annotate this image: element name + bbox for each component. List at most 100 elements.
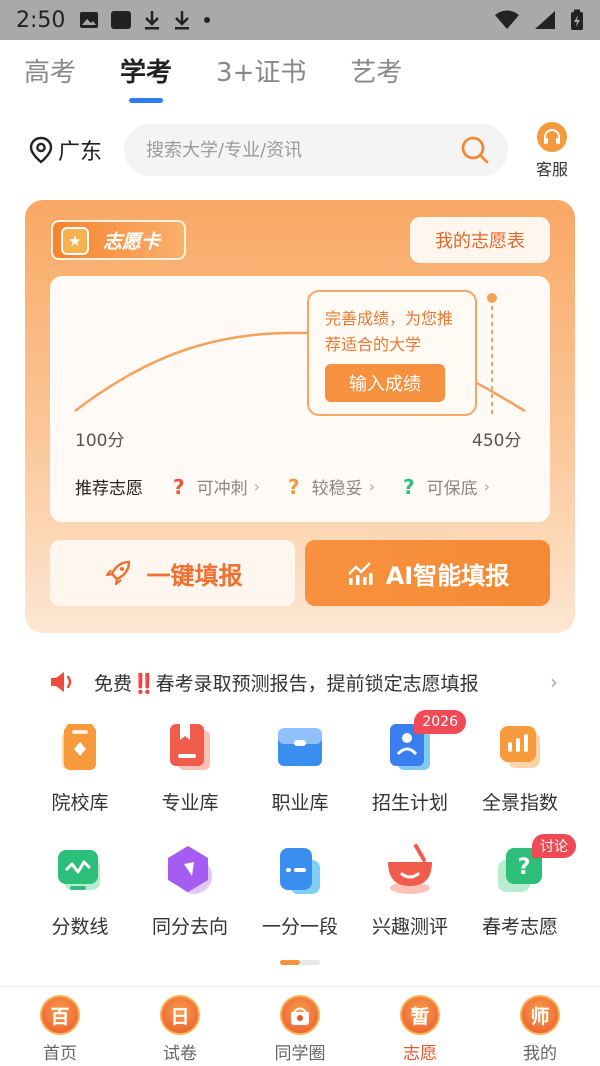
location-selector[interactable]: 广东 — [28, 134, 102, 166]
trend-icon — [50, 840, 110, 900]
recommendation-row: 推荐志愿 ? 可冲刺 › ? 较稳妥 › ? 可保底 › — [75, 474, 535, 500]
signal-icon — [535, 11, 555, 29]
year-tag: 2026 — [414, 710, 466, 734]
briefcase-icon — [270, 716, 330, 776]
papers-icon: 日 — [160, 995, 200, 1035]
location-pin-icon — [29, 136, 53, 164]
dot-icon — [204, 17, 211, 23]
app-notification-icon — [111, 11, 132, 29]
nav-label: 首页 — [43, 1044, 77, 1064]
notice-text: 免费‼️春考录取预测报告，提前锁定志愿填报 — [94, 672, 479, 695]
one-key-fill-label: 一键填报 — [146, 561, 243, 590]
grid-label: 春考志愿 — [481, 916, 558, 938]
cup-icon — [380, 840, 440, 900]
nav-papers[interactable]: 日 试卷 — [140, 995, 220, 1064]
grid-item-score-line[interactable]: 分数线 — [25, 840, 135, 939]
nav-classmates[interactable]: 同学圈 — [260, 995, 340, 1064]
star-icon: ★ — [61, 227, 89, 255]
tab-gaokao[interactable]: 高考 — [24, 52, 76, 103]
score-max-label: 450分 — [472, 431, 522, 451]
volunteer-card: ★ 志愿卡 我的志愿表 完善成绩，为您推荐适合的大学 输入成绩 100分 450… — [25, 200, 575, 633]
search-bar[interactable] — [124, 124, 508, 176]
customer-service-button[interactable]: 客服 — [530, 122, 574, 180]
svg-text:?: ? — [518, 855, 531, 880]
recommend-safe-label: 可保底 — [426, 479, 478, 499]
volunteer-icon: 暂 — [400, 995, 440, 1035]
grid-label: 一分一段 — [261, 916, 338, 938]
nav-volunteer[interactable]: 暂 志愿 — [380, 995, 460, 1064]
nav-label: 志愿 — [403, 1044, 437, 1064]
grid-item-careers[interactable]: 职业库 — [245, 716, 355, 815]
pager-dot-active — [280, 960, 300, 965]
status-time: 2:50 — [16, 7, 66, 33]
score-min-label: 100分 — [75, 431, 125, 451]
chart-trend-icon — [347, 562, 373, 585]
ai-fill-label: AI智能填报 — [385, 561, 510, 590]
grid-item-schools[interactable]: 院校库 — [25, 716, 135, 815]
grid-label: 专业库 — [161, 792, 219, 814]
top-tabs: 高考 学考 3+证书 艺考 — [24, 52, 402, 103]
grid-pager — [280, 960, 320, 965]
hexagon-icon — [160, 840, 220, 900]
classmates-icon — [280, 995, 320, 1035]
score-tooltip: 完善成绩，为您推荐适合的大学 输入成绩 — [307, 290, 477, 416]
tab-xuekao[interactable]: 学考 — [120, 52, 172, 103]
nav-mine[interactable]: 师 我的 — [500, 995, 580, 1064]
battery-icon — [571, 9, 583, 30]
grid-item-panorama-index[interactable]: 全景指数 — [465, 716, 575, 815]
question-icon: ? — [173, 474, 185, 499]
grid-label: 招生计划 — [371, 792, 448, 814]
recommend-steady-label: 较稳妥 — [311, 479, 363, 499]
question-icon: ? 讨论 — [490, 834, 576, 900]
chevron-right-icon: › — [368, 477, 376, 496]
volunteer-card-badge-label: 志愿卡 — [103, 230, 161, 253]
notice-banner[interactable]: 免费‼️春考录取预测报告，提前锁定志愿填报 › — [48, 662, 558, 702]
grid-label: 同分去向 — [151, 916, 228, 938]
nav-home[interactable]: 百 首页 — [20, 995, 100, 1064]
question-icon: ? — [288, 474, 300, 499]
customer-service-label: 客服 — [535, 160, 568, 179]
grid-item-majors[interactable]: 专业库 — [135, 716, 245, 815]
status-notification-icons — [79, 10, 211, 30]
download-icon — [145, 11, 160, 30]
speaker-icon — [51, 672, 72, 692]
recommend-steady[interactable]: ? 较稳妥 › — [288, 474, 376, 500]
grid-item-same-score[interactable]: 同分去向 — [135, 840, 245, 939]
grid-label: 分数线 — [51, 916, 109, 938]
recommend-safe[interactable]: ? 可保底 › — [403, 474, 491, 500]
chevron-right-icon: › — [483, 477, 491, 496]
rocket-icon — [105, 560, 130, 586]
search-input[interactable] — [146, 139, 460, 161]
home-icon: 百 — [40, 995, 80, 1035]
recommendation-title: 推荐志愿 — [75, 479, 143, 499]
profile-icon: 师 — [520, 995, 560, 1035]
nav-label: 试卷 — [163, 1044, 197, 1064]
grid-label: 全景指数 — [481, 792, 558, 814]
grid-item-enroll-plan[interactable]: 2026 招生计划 — [355, 710, 466, 815]
image-icon — [80, 12, 99, 28]
question-icon: ? — [403, 474, 415, 499]
pager-dot — [300, 960, 320, 965]
school-icon — [50, 716, 110, 776]
tab-yikao[interactable]: 艺考 — [350, 52, 402, 103]
enter-score-button[interactable]: 输入成绩 — [325, 364, 445, 402]
tab-certificate[interactable]: 3+证书 — [216, 52, 306, 103]
search-icon[interactable] — [460, 135, 490, 165]
volunteer-card-badge: ★ 志愿卡 — [51, 220, 187, 260]
grid-label: 兴趣测评 — [371, 916, 448, 938]
grid-item-spring-volunteer[interactable]: ? 讨论 春考志愿 — [465, 834, 576, 939]
grid-item-score-segment[interactable]: 一分一段 — [245, 840, 355, 939]
my-volunteer-table-button[interactable]: 我的志愿表 — [410, 217, 550, 263]
ai-fill-button[interactable]: AI智能填报 — [305, 540, 550, 606]
one-key-fill-button[interactable]: 一键填报 — [50, 540, 295, 606]
location-label: 广东 — [58, 140, 103, 165]
segment-icon — [270, 840, 330, 900]
grid-label: 职业库 — [271, 792, 329, 814]
download-icon — [175, 11, 190, 30]
grid-item-interest-test[interactable]: 兴趣测评 — [355, 840, 465, 939]
plan-icon: 2026 — [380, 710, 466, 776]
nav-label: 同学圈 — [274, 1044, 326, 1064]
recommend-reach[interactable]: ? 可冲刺 › — [173, 474, 260, 500]
book-icon — [160, 716, 220, 776]
discussion-tag: 讨论 — [532, 834, 576, 858]
